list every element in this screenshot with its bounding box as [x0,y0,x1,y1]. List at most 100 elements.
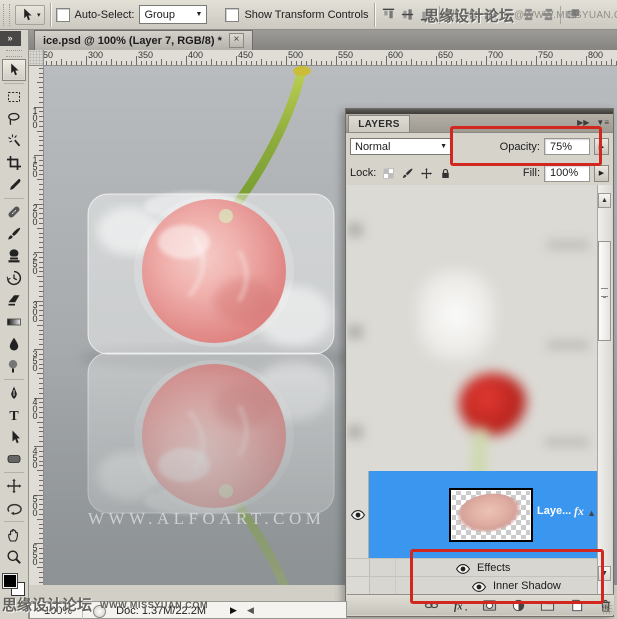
v-ruler-label: 100 [30,106,40,127]
auto-align-layers-button[interactable] [565,7,582,23]
ruler-tick [461,59,462,65]
ruler-tick [551,61,552,65]
tool-path-selection[interactable] [2,426,26,448]
ruler-tick [291,61,292,65]
effects-collapse-arrow-icon[interactable]: ▲ [587,508,596,518]
tool-rounded-rectangle[interactable] [2,448,26,470]
toolbar-collapse-button[interactable]: » [0,31,21,46]
ruler-tick [39,484,43,486]
lock-transparency-button[interactable] [380,165,396,181]
tool-rectangular-marquee[interactable] [2,86,26,108]
scrollbar-thumb[interactable] [598,241,611,341]
distribute-vertical-centers-button[interactable] [463,7,480,23]
distribute-left-edges-button[interactable] [501,7,518,23]
ruler-tick [226,61,227,65]
ruler-tick [536,56,537,65]
current-tool-chip[interactable]: ▾ [15,4,45,25]
ruler-tick [39,581,43,583]
show-transform-checkbox[interactable] [225,7,240,22]
ruler-tick [39,295,43,297]
blend-mode-dropdown[interactable]: Normal ▼ [350,138,452,155]
tool-magic-wand[interactable] [2,130,26,152]
tool-gradient[interactable] [2,311,26,333]
tool-spot-healing[interactable] [2,201,26,223]
ruler-tick [141,61,142,65]
status-flyout-arrow-icon[interactable]: ▶ [230,605,237,616]
tool-hand[interactable] [2,524,26,546]
fill-field[interactable]: 100% [544,164,590,182]
panel-resize-grip[interactable] [602,604,612,614]
zoom-level[interactable]: 100% [44,605,84,619]
layer-thumbnail[interactable] [449,488,533,542]
align-buttons-group [380,5,582,24]
selected-layer-row[interactable]: Laye... fx ▲ [347,471,599,558]
fill-spinner-arrow-icon[interactable]: ▶ [594,164,609,182]
ruler-tick [39,290,43,292]
options-bar-grip[interactable] [3,3,10,26]
distribute-right-edges-button[interactable] [539,7,556,23]
horizontal-ruler[interactable]: 250 300 350 400 450 500 550 600 650 700 750 800 [44,50,617,66]
lock-move-button[interactable] [418,165,434,181]
align-top-edges-button[interactable] [380,7,397,23]
distribute-bottom-edges-button[interactable] [482,7,499,23]
v-ruler-label: 350 [30,348,40,370]
ruler-tick [86,56,87,65]
ruler-tick [611,59,612,65]
tool-move[interactable] [2,59,26,81]
align-bottom-edges-button[interactable] [418,7,435,23]
ruler-tick [39,184,43,186]
color-swatches[interactable] [1,570,27,600]
tool-3d-rotate[interactable] [2,475,26,497]
blurred-eye-blob [347,223,363,237]
layers-panel-tab[interactable]: LAYERS [348,115,410,132]
foreground-color-swatch[interactable] [2,573,18,589]
lock-all-button[interactable] [437,165,453,181]
ruler-tick [496,61,497,65]
ruler-tick [311,59,312,65]
tool-eyedropper[interactable] [2,174,26,196]
tool-clone-stamp[interactable] [2,245,26,267]
tool-blur[interactable] [2,333,26,355]
document-close-icon[interactable]: × [228,33,244,48]
scroll-up-arrow-icon[interactable]: ▲ [598,193,611,208]
vertical-ruler[interactable]: 100150200250300350400450500550600 [29,66,44,585]
ruler-tick [39,198,43,200]
ruler-tick [39,392,43,394]
layer-name[interactable]: Laye... [537,505,571,517]
blurred-cherry-blob [459,373,527,435]
distribute-top-edges-button[interactable] [444,7,461,23]
ruler-tick [61,59,62,65]
tool-3d-orbit[interactable] [2,497,26,519]
ruler-tick [39,67,43,69]
document-tab[interactable]: ice.psd @ 100% (Layer 7, RGB/8) * × [34,30,253,50]
auto-select-checkbox[interactable] [55,7,70,22]
distribute-horizontal-centers-button[interactable] [520,7,537,23]
auto-select-label: Auto-Select: [74,8,135,21]
tool-pen[interactable] [2,382,26,404]
layers-scrollbar[interactable]: ▲ ▼ [597,185,612,595]
tool-zoom[interactable] [2,546,26,568]
ruler-tick [556,61,557,65]
lock-paint-button[interactable] [399,165,415,181]
hscroll-left-arrow-icon[interactable]: ◀ [247,605,254,616]
crop-icon [6,155,22,171]
hand-icon [6,527,22,543]
tool-preset-arrow-icon: ▾ [37,11,41,19]
eraser-icon [6,292,22,308]
ruler-tick [37,179,43,181]
tool-type[interactable]: T [2,404,26,426]
tool-dodge[interactable] [2,355,26,377]
ruler-tick [39,344,43,346]
tool-brush[interactable] [2,223,26,245]
tool-lasso[interactable] [2,108,26,130]
ruler-tick [401,61,402,65]
tool-crop[interactable] [2,152,26,174]
align-vertical-centers-button[interactable] [399,7,416,23]
ruler-tick [111,59,112,65]
layer-visibility-eye-icon[interactable] [350,507,366,523]
blurred-eye-blob [347,425,363,439]
tool-history-brush[interactable] [2,267,26,289]
toolbar-grip[interactable] [6,50,22,57]
tool-eraser[interactable] [2,289,26,311]
auto-select-mode-dropdown[interactable]: Group ▼ [139,5,208,24]
